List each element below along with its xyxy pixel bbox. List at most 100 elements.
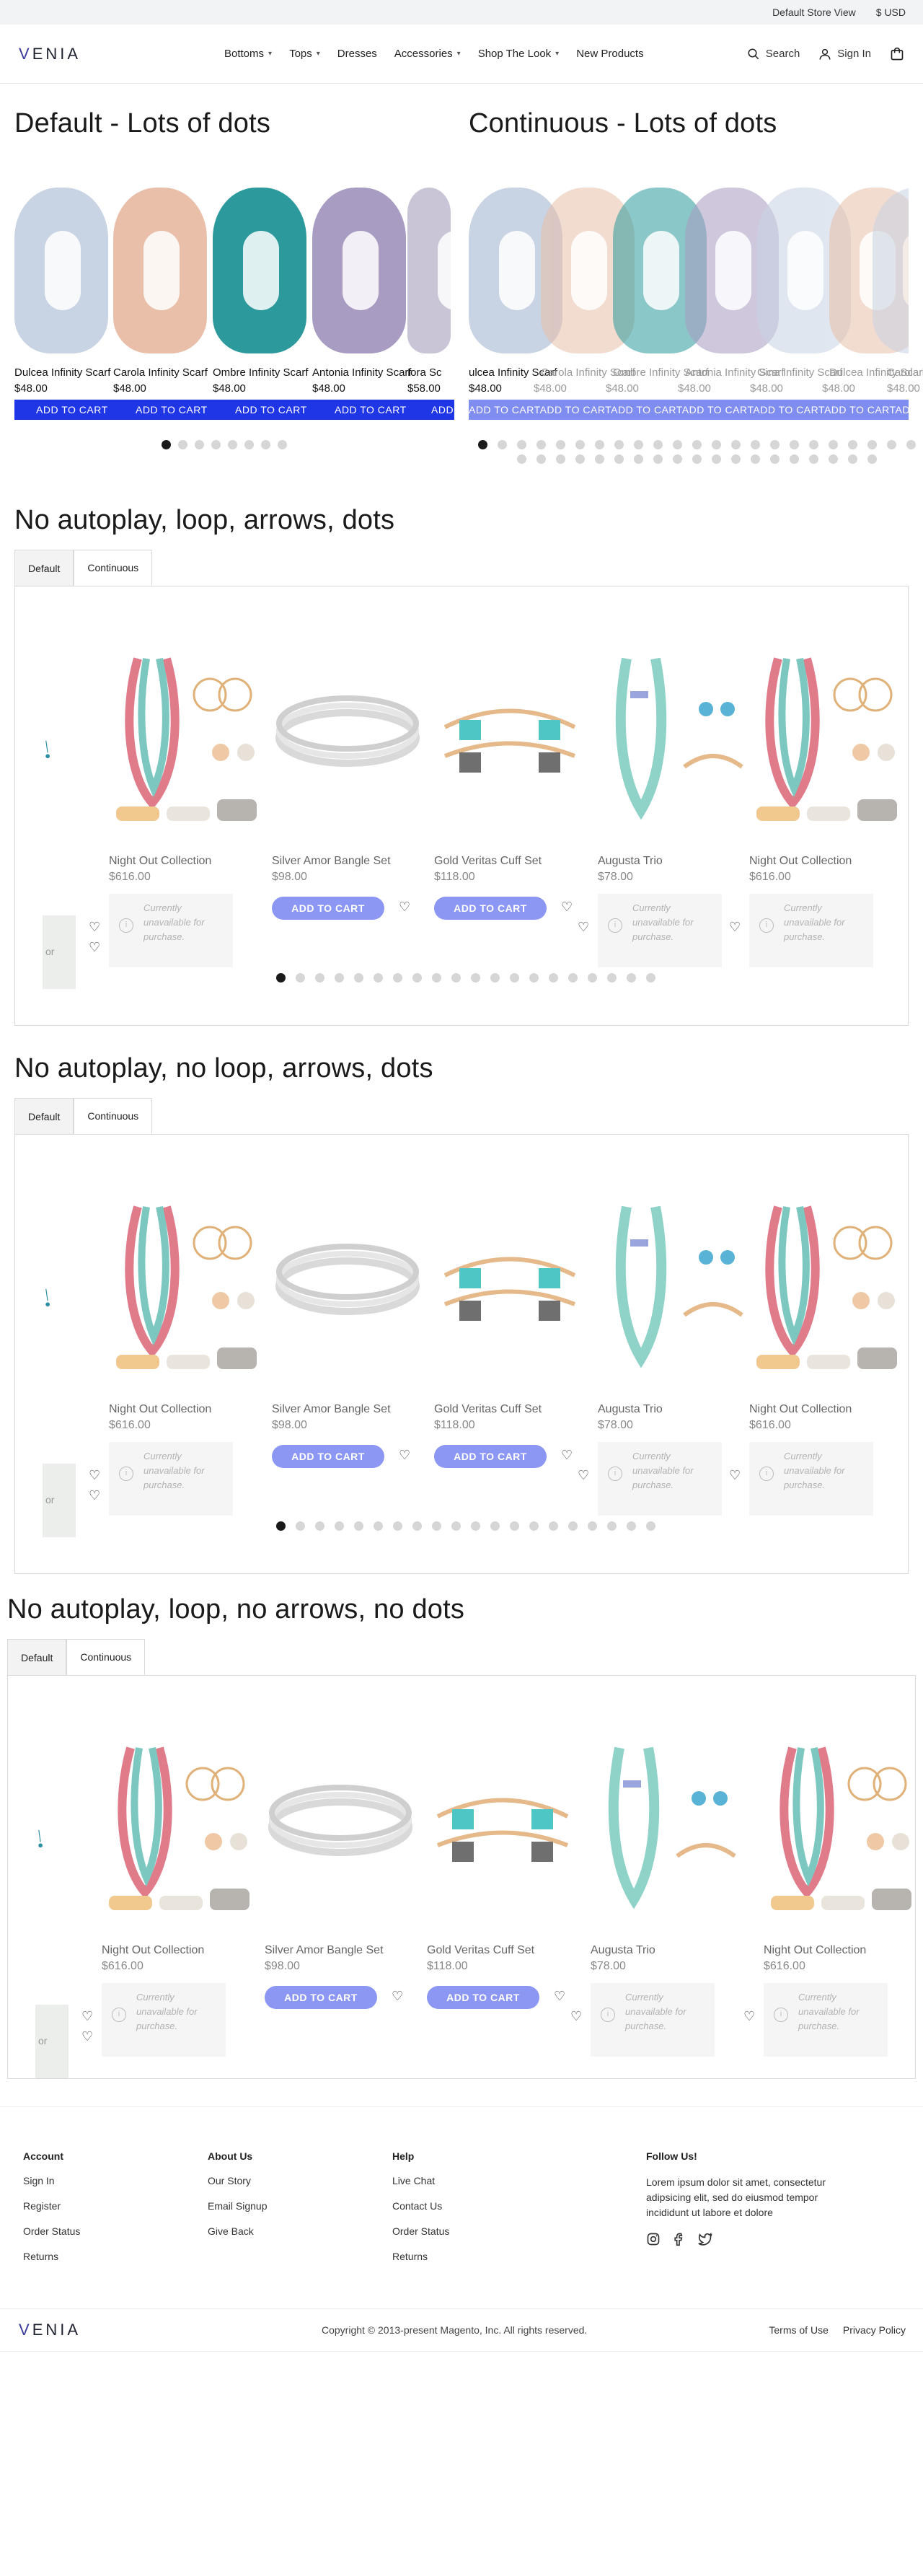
carousel-dot[interactable]	[178, 440, 187, 449]
product-image[interactable]	[749, 651, 901, 825]
carousel-dot[interactable]	[653, 440, 663, 449]
product-image[interactable]	[109, 651, 260, 825]
carousel-dot[interactable]	[211, 440, 221, 449]
carousel-dot[interactable]	[261, 440, 270, 449]
footer-logo[interactable]: VENIA	[19, 2321, 81, 2339]
product-name[interactable]: Gold Veritas Cuff Set	[427, 1944, 534, 1957]
tab-continuous[interactable]: Continuous	[66, 1639, 146, 1675]
carousel-dot[interactable]	[867, 440, 877, 449]
carousel-dot[interactable]	[751, 440, 760, 449]
footer-link[interactable]: Email Signup	[208, 2200, 268, 2212]
carousel-dot[interactable]	[228, 440, 237, 449]
carousel-dot[interactable]	[490, 1521, 500, 1531]
product-image[interactable]	[598, 651, 749, 825]
carousel-dot[interactable]	[471, 973, 480, 983]
carousel-dot[interactable]	[244, 440, 254, 449]
tab-default[interactable]: Default	[14, 550, 74, 586]
product-image[interactable]	[434, 1200, 586, 1373]
carousel-dot[interactable]	[607, 1521, 617, 1531]
carousel-dot[interactable]	[374, 973, 383, 983]
carousel-dot[interactable]	[673, 454, 682, 464]
carousel-dot[interactable]	[529, 973, 539, 983]
product-image[interactable]	[43, 673, 79, 846]
footer-link[interactable]: Sign In	[23, 2175, 80, 2186]
carousel-dot[interactable]	[634, 440, 643, 449]
carousel-dot[interactable]	[614, 454, 624, 464]
search-trigger[interactable]: Search	[747, 48, 800, 61]
facebook-icon[interactable]	[672, 2232, 686, 2246]
carousel-dot[interactable]	[412, 973, 422, 983]
nav-item-bottoms[interactable]: Bottoms ▾	[224, 48, 272, 60]
product-name[interactable]: Augusta Trio	[598, 1403, 663, 1416]
carousel-dot[interactable]	[588, 1521, 597, 1531]
carousel-dot[interactable]	[627, 973, 636, 983]
carousel-dot[interactable]	[712, 440, 721, 449]
scarf-image[interactable]	[873, 188, 909, 353]
heart-icon[interactable]: ♡	[89, 920, 100, 935]
carousel-dot[interactable]	[162, 440, 171, 449]
carousel-dot[interactable]	[374, 1521, 383, 1531]
carousel-dot[interactable]	[556, 454, 565, 464]
carousel-dot[interactable]	[432, 1521, 441, 1531]
heart-icon[interactable]: ♡	[561, 900, 573, 915]
carousel-dot[interactable]	[393, 1521, 402, 1531]
carousel-dot[interactable]	[653, 454, 663, 464]
carousel-dot[interactable]	[451, 973, 461, 983]
carousel-dot[interactable]	[412, 1521, 422, 1531]
product-name[interactable]: Iora Sc	[407, 366, 442, 379]
carousel-dot[interactable]	[712, 454, 721, 464]
nav-item-shop-the-look[interactable]: Shop The Look ▾	[478, 48, 560, 60]
footer-link[interactable]: Returns	[23, 2251, 80, 2262]
carousel-dot[interactable]	[595, 440, 604, 449]
add-to-cart-button[interactable]: ADD TO CART	[235, 404, 307, 416]
carousel-dot[interactable]	[692, 440, 702, 449]
product-image[interactable]	[434, 651, 586, 825]
carousel-dot[interactable]	[510, 973, 519, 983]
carousel-dot[interactable]	[568, 1521, 578, 1531]
carousel-dot[interactable]	[296, 1521, 305, 1531]
carousel-dot[interactable]	[568, 973, 578, 983]
footer-link[interactable]: Contact Us	[392, 2200, 449, 2212]
heart-icon[interactable]: ♡	[89, 1468, 100, 1483]
carousel-dot[interactable]	[588, 973, 597, 983]
product-image[interactable]	[749, 1200, 901, 1373]
carousel-dot[interactable]	[451, 1521, 461, 1531]
carousel-dot[interactable]	[627, 1521, 636, 1531]
carousel-dot[interactable]	[790, 454, 799, 464]
carousel-dot[interactable]	[315, 973, 324, 983]
heart-icon[interactable]: ♡	[81, 2009, 93, 2024]
product-name[interactable]: Gold Veritas Cuff Set	[434, 855, 542, 868]
carousel-dot[interactable]	[829, 440, 838, 449]
nav-item-accessories[interactable]: Accessories ▾	[394, 48, 461, 60]
carousel-dot[interactable]	[536, 440, 546, 449]
carousel-dot[interactable]	[354, 973, 363, 983]
product-image[interactable]	[272, 1200, 423, 1373]
carousel-dot[interactable]	[536, 454, 546, 464]
carousel-dot[interactable]	[529, 1521, 539, 1531]
carousel-dot[interactable]	[829, 454, 838, 464]
carousel-dot[interactable]	[517, 454, 526, 464]
product-name[interactable]: Carola Infinity Scarf	[113, 366, 208, 379]
carousel-dot[interactable]	[393, 973, 402, 983]
heart-icon[interactable]: ♡	[729, 920, 741, 935]
carousel-dot[interactable]	[634, 454, 643, 464]
product-name[interactable]: Night Out Collection	[764, 1944, 866, 1957]
store-view-switcher[interactable]: Default Store View	[772, 6, 856, 18]
carousel-dot[interactable]	[478, 440, 487, 449]
carousel-dot[interactable]	[848, 440, 857, 449]
terms-link[interactable]: Terms of Use	[769, 2324, 828, 2336]
footer-link[interactable]: Register	[23, 2200, 80, 2212]
heart-icon[interactable]: ♡	[89, 940, 100, 955]
product-name[interactable]: Silver Amor Bangle Set	[265, 1944, 384, 1957]
product-name[interactable]: Augusta Trio	[591, 1944, 655, 1957]
twitter-icon[interactable]	[698, 2232, 712, 2246]
add-to-cart-button[interactable]: ADD TO CART	[36, 404, 108, 416]
heart-icon[interactable]: ♡	[89, 1488, 100, 1503]
carousel-dot[interactable]	[731, 440, 741, 449]
carousel-dot[interactable]	[751, 454, 760, 464]
scarf-image[interactable]	[312, 188, 406, 353]
product-image[interactable]	[764, 1741, 915, 1914]
product-name[interactable]: Ombre Infinity Scarf	[213, 366, 309, 379]
heart-icon[interactable]: ♡	[578, 920, 589, 935]
carousel-dot[interactable]	[296, 973, 305, 983]
